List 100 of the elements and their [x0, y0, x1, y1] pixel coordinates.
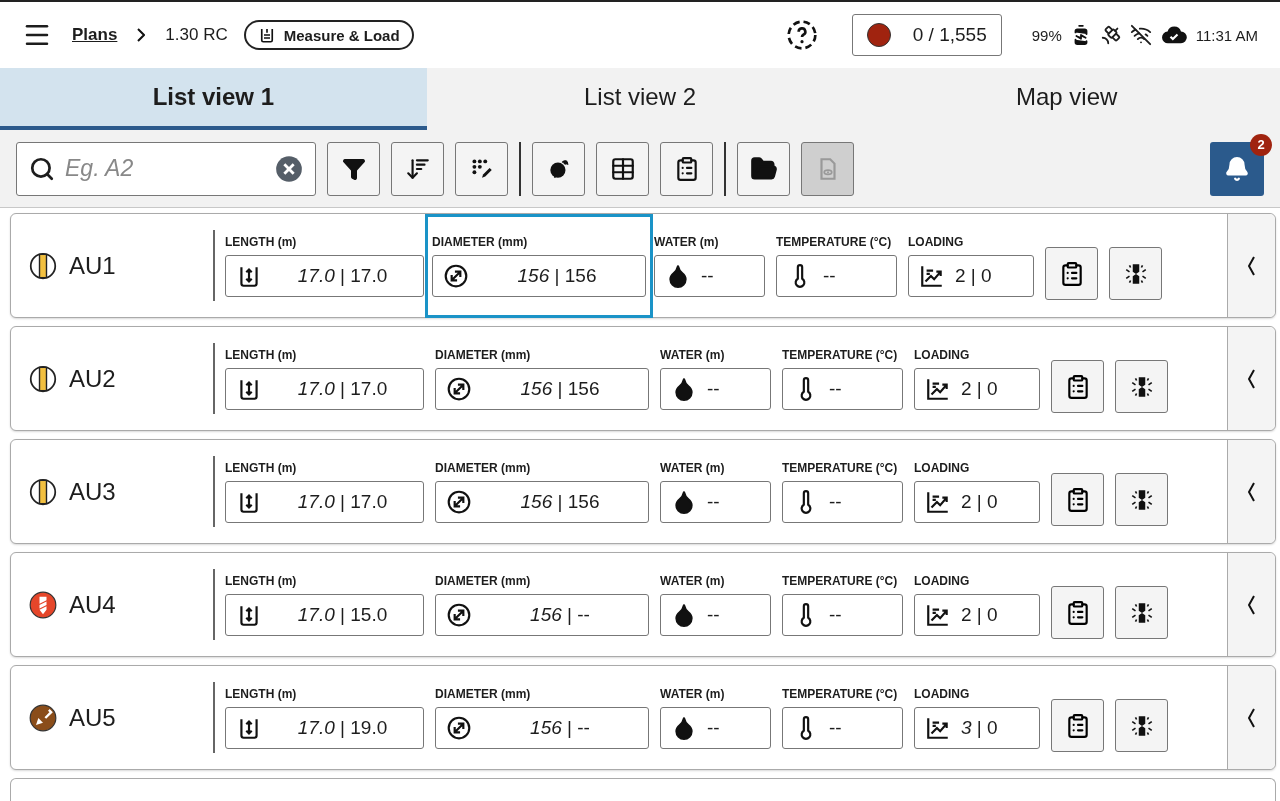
clipboard-button[interactable] — [1051, 586, 1104, 639]
notification-badge: 2 — [1250, 133, 1272, 156]
table-icon — [609, 155, 636, 182]
chevron-left-icon — [1248, 594, 1255, 615]
row-name: AU1 — [69, 251, 116, 280]
tab[interactable]: Map view — [853, 68, 1280, 130]
field-label: LOADING — [914, 574, 971, 588]
value-field[interactable]: 156 | 156 — [435, 481, 649, 523]
value-field[interactable]: -- — [776, 255, 897, 297]
value-field[interactable]: 156 | 156 — [432, 255, 646, 297]
loading-chart-icon — [925, 489, 951, 515]
value-field[interactable]: -- — [660, 594, 771, 636]
field-label: DIAMETER (mm) — [435, 687, 532, 701]
chevron-left-icon — [1248, 255, 1255, 276]
value-field[interactable]: 156 | -- — [435, 594, 649, 636]
field-label: DIAMETER (mm) — [432, 235, 529, 249]
value-field[interactable]: 2 | 0 — [914, 594, 1040, 636]
break-button[interactable] — [1115, 360, 1168, 413]
field-label: WATER (m) — [660, 348, 726, 362]
field-label: TEMPERATURE (°C) — [782, 461, 899, 475]
chevron-left-icon — [1248, 481, 1255, 502]
field-label: WATER (m) — [660, 687, 726, 701]
satellite-icon — [1099, 24, 1122, 46]
field-label: LENGTH (m) — [225, 687, 298, 701]
battery-percent: 99% — [1031, 26, 1062, 44]
value-field[interactable]: -- — [782, 368, 903, 410]
toolbar-button[interactable] — [532, 141, 585, 196]
value-field[interactable]: -- — [782, 707, 903, 749]
toolbar-button[interactable] — [737, 141, 790, 196]
wifi-off-icon — [1129, 24, 1152, 46]
value-field[interactable]: 156 | 156 — [435, 368, 649, 410]
value-field[interactable]: -- — [782, 481, 903, 523]
striped-circle-icon — [29, 251, 57, 280]
breadcrumb-link[interactable]: Plans — [72, 25, 118, 45]
mode-pill[interactable]: Measure & Load — [243, 20, 414, 50]
value-field[interactable]: 2 | 0 — [908, 255, 1034, 297]
loading-chart-icon — [925, 376, 951, 402]
diameter-icon — [443, 263, 469, 289]
chevron-icon — [137, 28, 146, 42]
shovel-icon — [29, 703, 57, 732]
break-button[interactable] — [1115, 473, 1168, 526]
search-box[interactable]: Eg. A2 — [16, 141, 316, 196]
field-label: TEMPERATURE (°C) — [782, 348, 899, 362]
value-field[interactable]: -- — [660, 481, 771, 523]
field-label: WATER (m) — [660, 574, 726, 588]
value-field[interactable]: 2 | 0 — [914, 368, 1040, 410]
search-icon — [29, 155, 55, 182]
field-label: TEMPERATURE (°C) — [776, 235, 893, 249]
toolbar-button[interactable] — [455, 141, 508, 196]
help-icon — [785, 19, 818, 51]
value-field[interactable]: -- — [660, 707, 771, 749]
toolbar-button[interactable] — [391, 141, 444, 196]
progress-counter: 0 / 1,555 — [851, 14, 1002, 56]
value-field[interactable]: 156 | -- — [435, 707, 649, 749]
row-name: AU4 — [69, 590, 116, 619]
field-label: DIAMETER (mm) — [435, 348, 532, 362]
clipboard-button[interactable] — [1051, 699, 1104, 752]
value-field[interactable]: 17.0 | 15.0 — [225, 594, 424, 636]
toolbar-button[interactable] — [596, 141, 649, 196]
value-field[interactable]: 3 | 0 — [914, 707, 1040, 749]
value-field[interactable]: 17.0 | 17.0 — [225, 368, 424, 410]
value-field[interactable]: 17.0 | 17.0 — [225, 255, 424, 297]
value-field[interactable]: 17.0 | 17.0 — [225, 481, 424, 523]
toolbar-button[interactable] — [660, 141, 713, 196]
value-field[interactable]: -- — [782, 594, 903, 636]
diameter-icon — [446, 715, 472, 741]
value-field[interactable]: -- — [654, 255, 765, 297]
clipboard-button[interactable] — [1045, 247, 1098, 300]
clock: 11:31 AM — [1195, 26, 1258, 44]
chevron-left-icon — [1248, 368, 1255, 389]
tab[interactable]: List view 2 — [426, 68, 854, 130]
bell-icon — [1224, 155, 1250, 182]
selected-field-group[interactable]: DIAMETER (mm) 156 | 156 — [428, 217, 650, 315]
striped-circle-icon — [29, 477, 57, 506]
value-field[interactable]: -- — [660, 368, 771, 410]
field-label: LOADING — [914, 461, 971, 475]
field-label: WATER (m) — [660, 461, 726, 475]
field-label: DIAMETER (mm) — [435, 461, 532, 475]
loading-chart-icon — [925, 715, 951, 741]
tab[interactable]: List view 1 — [0, 68, 427, 130]
clipboard-button[interactable] — [1051, 473, 1104, 526]
field-label: DIAMETER (mm) — [435, 574, 532, 588]
value-field[interactable]: 2 | 0 — [914, 481, 1040, 523]
break-button[interactable] — [1115, 586, 1168, 639]
notifications-button[interactable] — [1210, 141, 1264, 196]
field-label: LOADING — [908, 235, 965, 249]
field-label: TEMPERATURE (°C) — [782, 574, 899, 588]
chevron-left-icon — [1248, 707, 1255, 728]
field-label: LENGTH (m) — [225, 348, 298, 362]
drill-bit-icon — [29, 590, 57, 619]
value-field[interactable]: 17.0 | 19.0 — [225, 707, 424, 749]
toolbar-button[interactable] — [327, 141, 380, 196]
field-label: WATER (m) — [654, 235, 720, 249]
break-button[interactable] — [1115, 699, 1168, 752]
field-label: TEMPERATURE (°C) — [782, 687, 899, 701]
clipboard-button[interactable] — [1051, 360, 1104, 413]
break-button[interactable] — [1109, 247, 1162, 300]
row-name: AU2 — [69, 364, 116, 393]
row-name: AU3 — [69, 477, 116, 506]
field-label: LENGTH (m) — [225, 574, 298, 588]
